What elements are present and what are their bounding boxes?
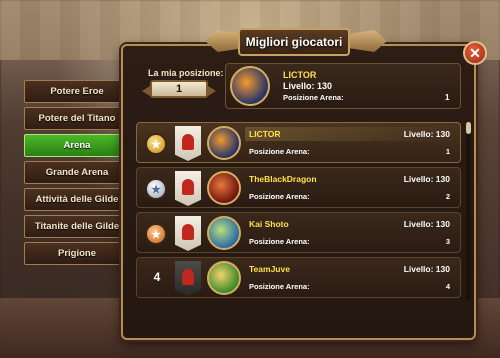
guild-banner-icon [175, 171, 201, 206]
tab-label: Prigione [57, 248, 96, 259]
player-level: Livello: 130 [403, 174, 450, 184]
my-player-name: LICTOR [283, 70, 317, 80]
silver-medal-icon: ★ [145, 178, 167, 200]
tab-label: Arena [63, 140, 91, 151]
arena-label: Posizione Arena: [249, 192, 310, 201]
player-name: TeamJuve [249, 264, 290, 274]
bronze-medal-icon: ★ [145, 223, 167, 245]
leaderboard-row[interactable]: ★ Kai Shoto Livello: 130 Posizione Arena… [136, 212, 461, 253]
helmet-icon [182, 133, 194, 150]
player-level: Livello: 130 [403, 264, 450, 274]
list-scrollbar[interactable] [466, 122, 471, 300]
leaderboard-row[interactable]: ★ LICTOR Livello: 130 Posizione Arena: 1 [136, 122, 461, 163]
rank-number: 4 [153, 270, 161, 284]
gold-medal-icon: ★ [145, 133, 167, 155]
tab-grande-arena[interactable]: Grande Arena [24, 161, 130, 184]
player-level: Livello: 130 [403, 219, 450, 229]
helmet-icon [182, 223, 194, 240]
tab-attivita-gilde[interactable]: Attività delle Gilde [24, 188, 130, 211]
tab-label: Grande Arena [45, 167, 109, 178]
helmet-icon [182, 178, 194, 195]
my-position-label: La mia posizione: [148, 68, 224, 78]
my-arena-value: 1 [445, 93, 450, 102]
arena-value: 3 [445, 237, 450, 246]
leaderboard-row[interactable]: ★ TheBlackDragon Livello: 130 Posizione … [136, 167, 461, 208]
guild-banner-icon [175, 261, 201, 296]
tab-arena[interactable]: Arena [24, 134, 138, 157]
my-position-value: 1 [142, 80, 216, 98]
tab-label: Titanite delle Gilde [34, 221, 120, 232]
tab-prigione[interactable]: Prigione [24, 242, 130, 265]
hero-avatar [207, 261, 241, 295]
arena-value: 2 [445, 192, 450, 201]
guild-banner-icon [175, 216, 201, 251]
player-name: TheBlackDragon [249, 174, 317, 184]
arena-label: Posizione Arena: [249, 147, 310, 156]
hero-avatar [207, 216, 241, 250]
tab-potere-titano[interactable]: Potere del Titano [24, 107, 130, 130]
arena-label: Posizione Arena: [249, 237, 310, 246]
my-player-level: Livello: 130 [283, 81, 333, 91]
leaderboard-list: ★ LICTOR Livello: 130 Posizione Arena: 1… [136, 122, 461, 300]
my-hero-avatar [230, 66, 270, 106]
scrollbar-thumb[interactable] [466, 122, 471, 134]
my-arena-label: Posizione Arena: [283, 93, 344, 102]
player-name: LICTOR [249, 129, 281, 139]
tab-potere-eroe[interactable]: Potere Eroe [24, 80, 130, 103]
hero-avatar [207, 171, 241, 205]
tab-label: Potere Eroe [50, 86, 104, 97]
hero-avatar [207, 126, 241, 160]
category-tabs: Potere Eroe Potere del Titano Arena Gran… [24, 80, 138, 269]
guild-banner-icon [175, 126, 201, 161]
tab-titanite-gilde[interactable]: Titanite delle Gilde [24, 215, 130, 238]
close-icon: ✕ [469, 44, 481, 61]
helmet-icon [182, 268, 194, 285]
arena-value: 4 [445, 282, 450, 291]
player-level: Livello: 130 [403, 129, 450, 139]
page-title: Migliori giocatori [238, 28, 350, 56]
arena-label: Posizione Arena: [249, 282, 310, 291]
arena-value: 1 [445, 147, 450, 156]
close-button[interactable]: ✕ [463, 41, 487, 65]
tab-label: Attività delle Gilde [35, 194, 119, 205]
tab-label: Potere del Titano [38, 113, 116, 124]
player-name: Kai Shoto [249, 219, 289, 229]
leaderboard-row[interactable]: 4 TeamJuve Livello: 130 Posizione Arena:… [136, 257, 461, 298]
